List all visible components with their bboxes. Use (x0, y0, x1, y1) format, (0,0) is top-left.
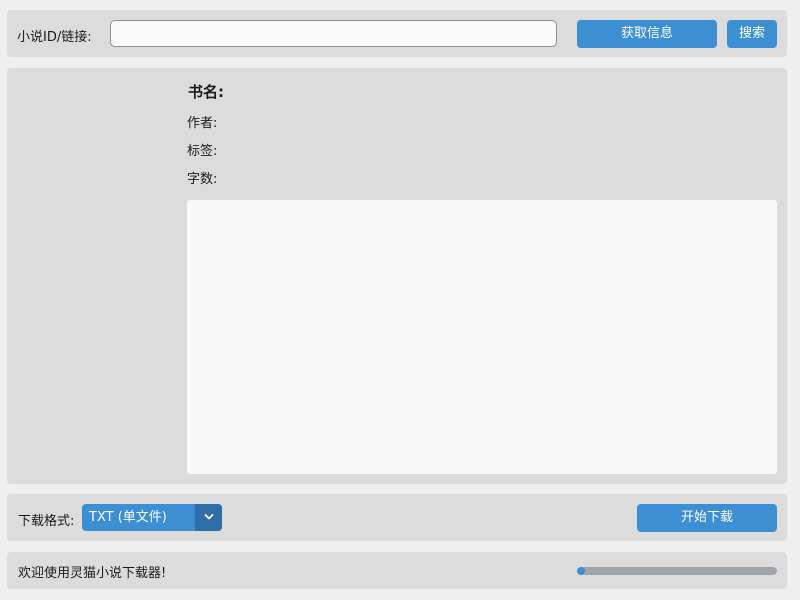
start-download-button[interactable]: 开始下载 (637, 504, 777, 532)
fetch-info-button[interactable]: 获取信息 (577, 20, 717, 48)
novel-id-input[interactable] (110, 20, 557, 47)
download-format-select[interactable]: TXT (单文件) (82, 504, 222, 531)
status-message: 欢迎使用灵猫小说下载器! (18, 566, 167, 581)
book-tags-label: 标签: (187, 144, 218, 159)
status-bar: 欢迎使用灵猫小说下载器! (7, 552, 787, 589)
top-bar: 小说ID/链接: 获取信息 搜索 (7, 10, 787, 57)
download-bar: 下载格式: TXT (单文件) 开始下载 (7, 494, 787, 541)
book-author-label: 作者: (187, 116, 218, 131)
download-progress-fill (577, 567, 585, 575)
search-button[interactable]: 搜索 (727, 20, 777, 48)
download-format-label: 下载格式: (18, 514, 75, 529)
download-format-value: TXT (单文件) (89, 510, 167, 525)
download-progress-bar (577, 567, 777, 575)
book-wordcount-label: 字数: (187, 172, 218, 187)
novel-id-label: 小说ID/链接: (17, 30, 92, 45)
book-description-box[interactable] (187, 200, 777, 474)
chevron-down-icon[interactable] (195, 504, 222, 531)
book-title-label: 书名: (188, 83, 224, 101)
book-info-panel: 书名: 作者: 标签: 字数: (7, 68, 787, 484)
